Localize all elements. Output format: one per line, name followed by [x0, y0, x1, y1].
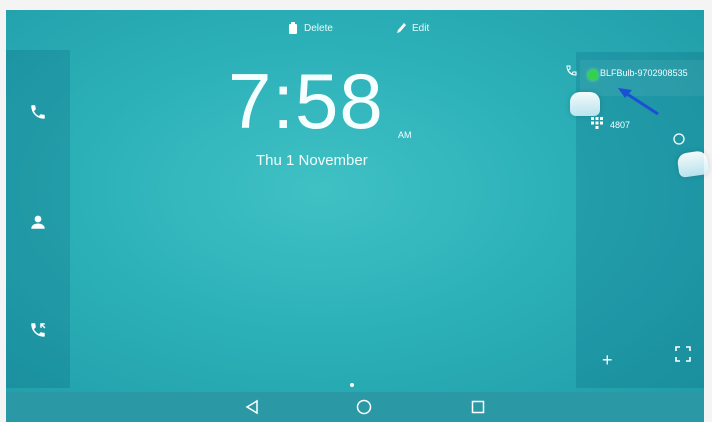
sidebar-item-phone[interactable]: [26, 100, 50, 124]
home-button[interactable]: [354, 397, 374, 417]
recents-icon: [471, 400, 485, 414]
delete-label: Delete: [304, 22, 333, 34]
expand-icon[interactable]: [675, 346, 691, 362]
sidebar-item-contacts[interactable]: [26, 210, 50, 234]
clock-time: 7:58: [228, 57, 384, 145]
trash-icon: [289, 22, 297, 34]
screen-frame-top: [0, 0, 712, 10]
navigation-bar: [6, 392, 704, 422]
recents-button[interactable]: [468, 397, 488, 417]
contacts-icon: [31, 215, 45, 229]
tap-ring-icon: [673, 133, 685, 145]
pointer-arrow-icon: [618, 88, 659, 116]
contact-item-4807[interactable]: 4807: [610, 120, 630, 130]
contact-type-label: BLF: [600, 68, 617, 78]
sidebar-item-call-history[interactable]: [26, 318, 50, 342]
status-online-icon: [588, 70, 598, 80]
contact-number-label: Bulb-9702908535: [616, 68, 688, 78]
dialpad-icon: [591, 117, 603, 129]
handset-icon: [566, 65, 577, 76]
screen-frame-right: [704, 0, 712, 422]
clock-date: Thu 1 November: [256, 152, 368, 169]
back-icon: [245, 399, 258, 415]
delete-button[interactable]: Delete: [288, 22, 333, 34]
edit-label: Edit: [412, 22, 430, 34]
phone-icon: [31, 105, 45, 119]
edit-button[interactable]: Edit: [396, 22, 429, 34]
call-history-icon: [31, 323, 46, 337]
add-favorite-button[interactable]: +: [602, 350, 613, 371]
top-action-bar: Delete Edit: [6, 10, 704, 46]
clock-ampm: AM: [398, 130, 412, 140]
left-sidebar: [6, 50, 70, 388]
home-icon: [356, 399, 372, 415]
touch-hand-icon: [570, 92, 600, 116]
page-indicator: [350, 383, 354, 387]
pencil-icon: [397, 23, 406, 33]
back-button[interactable]: [242, 397, 262, 417]
touch-hand-icon: [676, 150, 710, 178]
contact-blf-label: BLFBulb-9702908535: [600, 68, 688, 78]
